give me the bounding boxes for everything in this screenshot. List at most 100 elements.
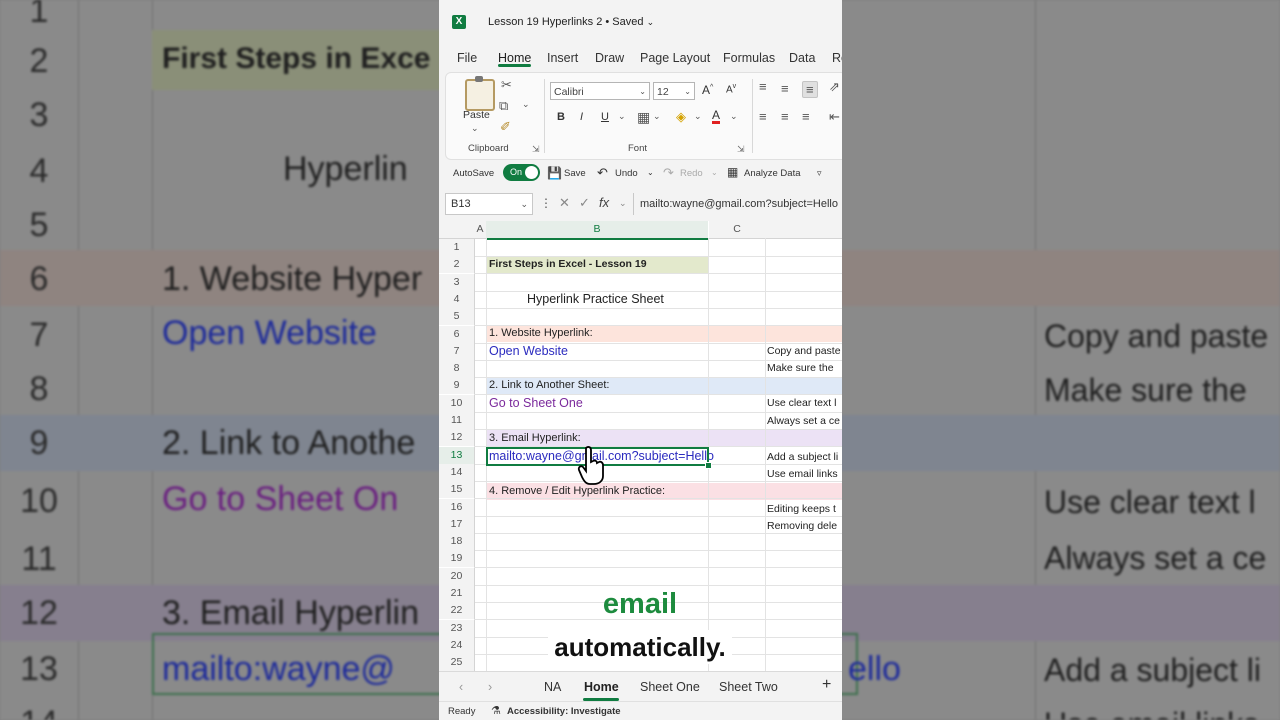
align-middle-icon[interactable]: ≡	[781, 81, 789, 96]
undo-icon[interactable]: ↶	[597, 165, 608, 181]
orientation-icon[interactable]: ⇗	[829, 79, 840, 95]
underline-button[interactable]: U	[601, 111, 609, 123]
align-center-icon[interactable]: ≡	[781, 109, 789, 124]
row-header[interactable]: 18	[439, 533, 475, 550]
sheet-tab-na[interactable]: NA	[544, 680, 561, 694]
tab-file[interactable]: File	[457, 51, 477, 65]
redo-button[interactable]: Redo	[680, 168, 703, 179]
align-right-icon[interactable]: ≡	[802, 109, 810, 124]
column-header-a[interactable]: A	[474, 221, 486, 239]
align-left-icon[interactable]: ≡	[759, 109, 767, 124]
save-icon[interactable]: 💾	[547, 166, 562, 180]
row-header[interactable]: 5	[439, 308, 475, 325]
more-icon[interactable]: ⋮	[540, 196, 552, 210]
fill-color-icon[interactable]: ◈	[676, 109, 686, 125]
cell-d8[interactable]: Make sure the	[767, 360, 834, 377]
row-header[interactable]: 16	[439, 499, 475, 516]
cut-icon[interactable]: ✂	[501, 77, 512, 93]
font-color-button[interactable]: A	[712, 109, 721, 124]
font-size-select[interactable]: 12 ⌄	[653, 82, 695, 100]
align-bottom-icon[interactable]: ≡	[802, 81, 818, 98]
tab-home[interactable]: Home	[498, 51, 531, 65]
font-name-select[interactable]: Calibri ⌄	[550, 82, 650, 100]
format-painter-icon[interactable]: ✐	[500, 119, 511, 135]
formula-input[interactable]: mailto:wayne@gmail.com?subject=Hello	[633, 193, 842, 215]
chevron-down-icon[interactable]: ⌄	[653, 111, 661, 122]
cell-b12[interactable]: 3. Email Hyperlink:	[489, 430, 581, 447]
tab-formulas[interactable]: Formulas	[723, 51, 775, 65]
column-header-d[interactable]	[765, 221, 842, 239]
save-button[interactable]: Save	[564, 168, 586, 179]
accessibility-icon[interactable]: ⚗	[491, 704, 501, 717]
chevron-down-icon[interactable]: ⌄	[711, 168, 718, 177]
paste-button[interactable]: Paste	[463, 109, 490, 121]
row-header[interactable]: 10	[439, 395, 475, 412]
cell-b2[interactable]: First Steps in Excel - Lesson 19	[489, 256, 647, 273]
insert-function-button[interactable]: fx	[599, 195, 609, 210]
chevron-down-icon[interactable]: ⌄	[471, 123, 479, 134]
cell-b4[interactable]: Hyperlink Practice Sheet	[527, 291, 664, 308]
row-header[interactable]: 17	[439, 516, 475, 533]
shrink-font-button[interactable]: Av	[726, 83, 736, 95]
chevron-down-icon[interactable]: ⌄	[619, 198, 627, 209]
row-header[interactable]: 8	[439, 360, 475, 377]
row-header[interactable]: 12	[439, 429, 475, 446]
chevron-down-icon[interactable]: ⌄	[618, 111, 626, 122]
scroll-right-icon[interactable]: ›	[488, 680, 492, 694]
sheet-tab-sheet-two[interactable]: Sheet Two	[719, 680, 778, 694]
dialog-launcher-icon[interactable]: ⇲	[737, 144, 745, 155]
row-header[interactable]: 14	[439, 464, 475, 481]
dialog-launcher-icon[interactable]: ⇲	[532, 144, 540, 155]
tab-insert[interactable]: Insert	[547, 51, 578, 65]
add-sheet-icon[interactable]: +	[822, 676, 831, 694]
italic-button[interactable]: I	[580, 111, 583, 123]
name-box[interactable]: B13 ⌄	[445, 193, 533, 215]
grow-font-button[interactable]: A^	[702, 83, 713, 97]
undo-button[interactable]: Undo	[615, 168, 638, 179]
copy-icon[interactable]: ⧉	[499, 98, 508, 114]
analyze-data-button[interactable]: Analyze Data	[744, 168, 801, 179]
scroll-left-icon[interactable]: ‹	[459, 680, 463, 694]
column-header-c[interactable]: C	[709, 221, 765, 239]
redo-icon[interactable]: ↷	[663, 165, 674, 181]
row-header[interactable]: 6	[439, 326, 475, 343]
sheet-tab-sheet-one[interactable]: Sheet One	[640, 680, 700, 694]
align-top-icon[interactable]: ≡	[759, 79, 767, 94]
row-header[interactable]: 20	[439, 568, 475, 585]
tab-review[interactable]: Re	[832, 51, 842, 65]
row-header[interactable]: 11	[439, 412, 475, 429]
row-header[interactable]: 15	[439, 481, 475, 498]
cell-b6[interactable]: 1. Website Hyperlink:	[489, 325, 593, 342]
row-header[interactable]: 3	[439, 274, 475, 291]
row-header[interactable]: 2	[439, 256, 475, 273]
chevron-down-icon[interactable]: ⌄	[730, 111, 738, 122]
tab-draw[interactable]: Draw	[595, 51, 624, 65]
row-header[interactable]: 4	[439, 291, 475, 308]
column-header-b[interactable]: B	[486, 221, 708, 240]
cell-b9[interactable]: 2. Link to Another Sheet:	[489, 377, 609, 394]
borders-icon[interactable]: ▦	[637, 109, 650, 126]
analyze-data-icon[interactable]: ▦	[727, 165, 738, 179]
enter-icon[interactable]: ✓	[579, 195, 590, 211]
tab-page-layout[interactable]: Page Layout	[640, 51, 710, 65]
document-title[interactable]: Lesson 19 Hyperlinks 2 • Saved ⌄	[488, 16, 654, 28]
cell-d10[interactable]: Use clear text l	[767, 395, 836, 412]
tab-data[interactable]: Data	[789, 51, 815, 65]
chevron-down-icon[interactable]: ⌄	[647, 168, 654, 177]
cell-d13[interactable]: Add a subject li	[767, 449, 838, 466]
row-header[interactable]: 13	[439, 447, 475, 464]
chevron-down-icon[interactable]: ⌄	[694, 111, 702, 122]
fill-handle[interactable]	[705, 462, 712, 469]
row-header[interactable]: 7	[439, 343, 475, 360]
indent-icon[interactable]: ⇤	[829, 109, 840, 125]
bold-button[interactable]: B	[557, 111, 565, 123]
cell-d16[interactable]: Editing keeps t	[767, 501, 836, 518]
accessibility-status[interactable]: Accessibility: Investigate	[507, 706, 621, 717]
row-header[interactable]: 1	[439, 239, 475, 256]
cell-d14[interactable]: Use email links	[767, 466, 838, 483]
cell-d11[interactable]: Always set a ce	[767, 413, 840, 430]
sheet-tab-home[interactable]: Home	[584, 680, 619, 694]
cell-d17[interactable]: Removing dele	[767, 518, 837, 535]
cancel-icon[interactable]: ✕	[559, 195, 570, 211]
autosave-toggle[interactable]: On	[503, 164, 540, 181]
